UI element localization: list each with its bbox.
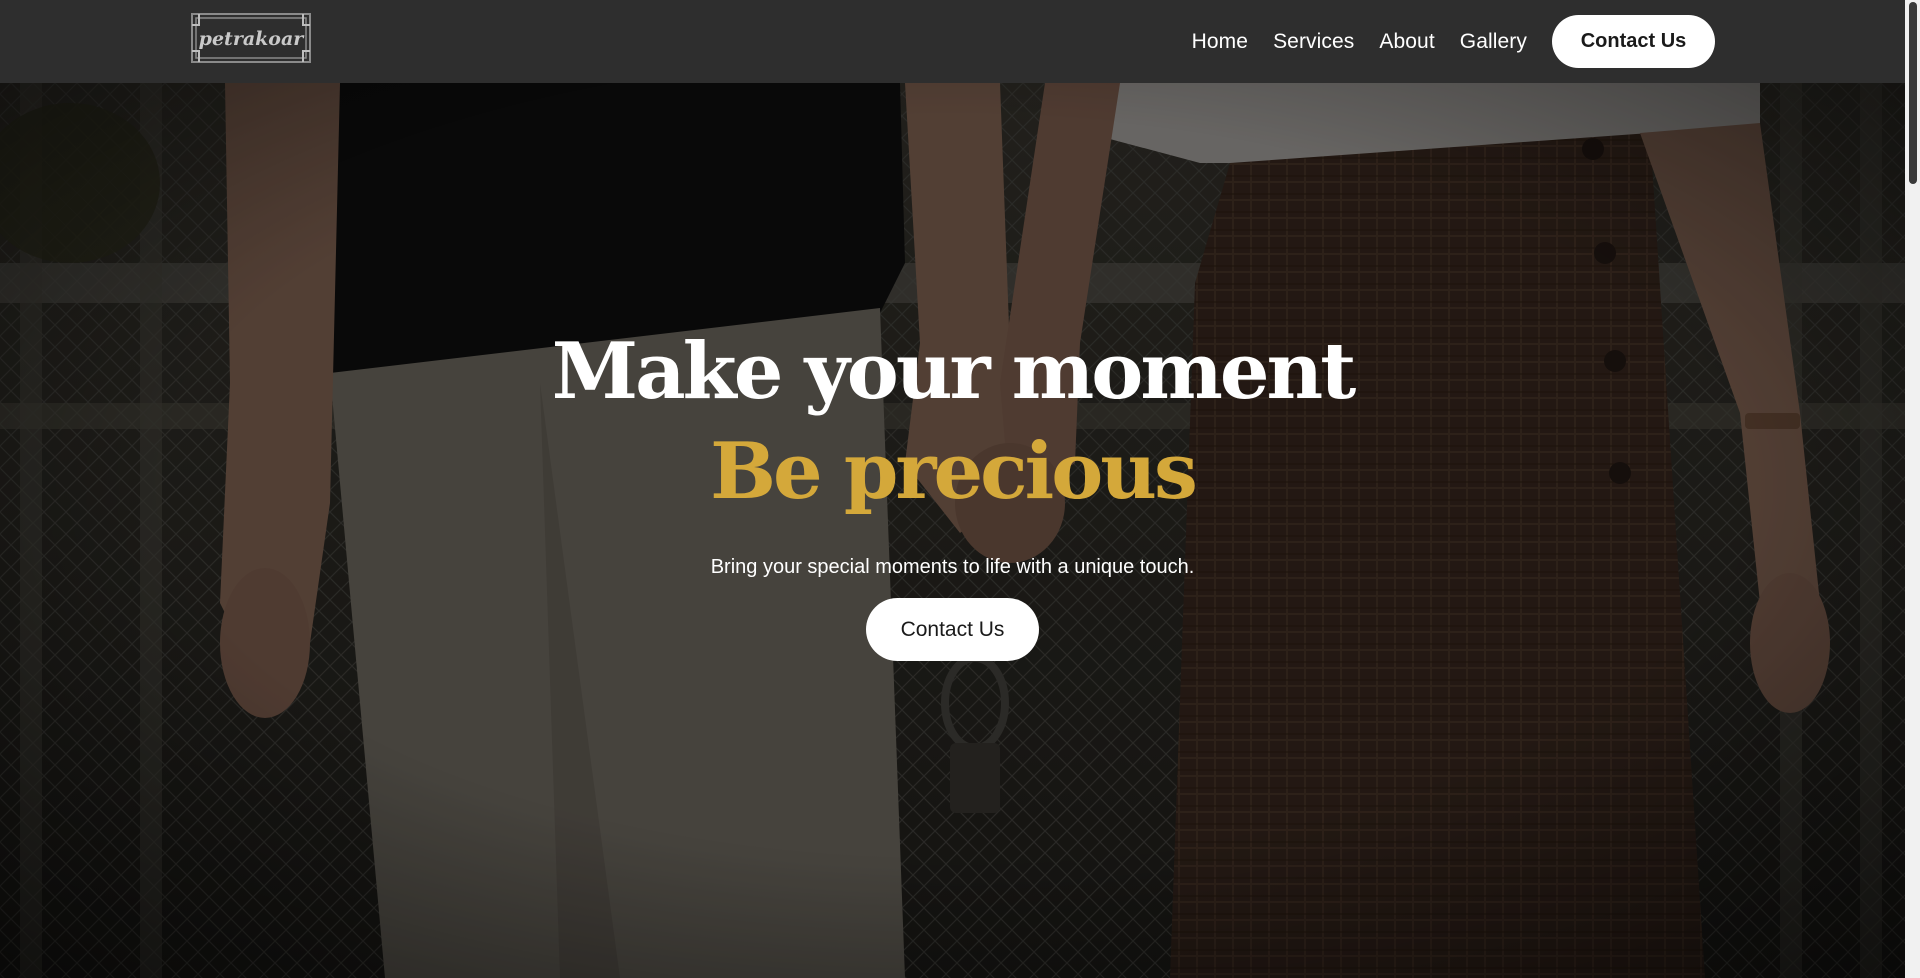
hero-title-accent: Be precious <box>710 426 1198 517</box>
nav-home[interactable]: Home <box>1192 30 1248 54</box>
site-header: petrakoar Home Services About Gallery Co… <box>0 0 1920 83</box>
hero-title: Make your moment <box>551 326 1356 417</box>
hero-subtitle: Bring your special moments to life with … <box>710 556 1195 578</box>
hero-content: Make your moment Be precious Bring your … <box>0 83 1905 978</box>
page-scrollbar[interactable] <box>1905 0 1920 978</box>
hero-section: Make your moment Be precious Bring your … <box>0 83 1905 978</box>
landing-page: petrakoar Home Services About Gallery Co… <box>0 0 1920 978</box>
site-logo[interactable]: petrakoar <box>191 13 311 63</box>
nav-services[interactable]: Services <box>1273 30 1354 54</box>
nav-gallery[interactable]: Gallery <box>1460 30 1527 54</box>
logo-mark: petrakoar <box>191 13 311 63</box>
scrollbar-thumb[interactable] <box>1909 2 1917 184</box>
main-nav: Home Services About Gallery Contact Us <box>1192 0 1715 83</box>
header-contact-button[interactable]: Contact Us <box>1552 15 1715 68</box>
nav-about[interactable]: About <box>1379 30 1434 54</box>
logo-text: petrakoar <box>199 28 306 50</box>
hero-contact-button[interactable]: Contact Us <box>866 598 1039 661</box>
